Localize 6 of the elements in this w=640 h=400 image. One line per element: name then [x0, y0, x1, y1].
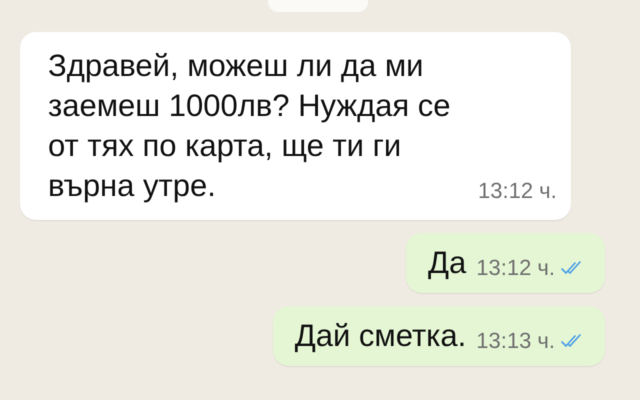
message-text: Дай сметка.	[294, 317, 466, 355]
message-text: Здравей, можеш ли да ми заемеш 1000лв? Нуждая се от тях по карта, ще ти ги върна утре.	[48, 47, 452, 205]
message-time: 13:13 ч.	[476, 328, 555, 354]
message-time: 13:12 ч.	[478, 178, 557, 204]
message-time: 13:12 ч.	[476, 255, 555, 281]
message-text: Да	[428, 244, 466, 282]
